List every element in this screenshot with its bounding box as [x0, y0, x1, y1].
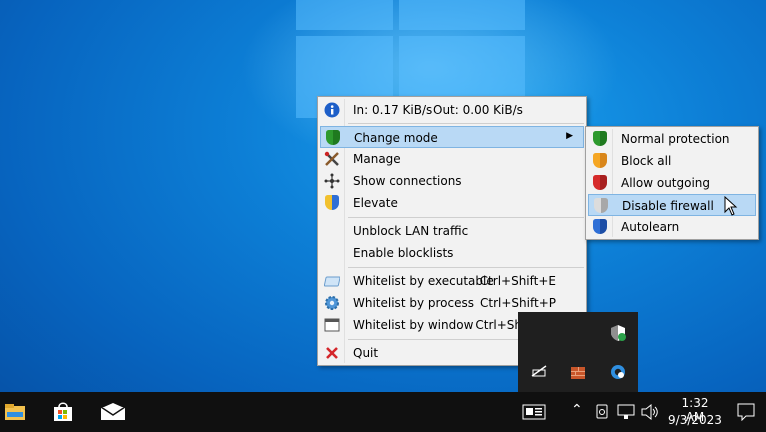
mail-icon[interactable]	[100, 403, 126, 424]
news-widget-icon[interactable]	[522, 404, 546, 423]
submenu-item-normal-protection[interactable]: Normal protection	[588, 128, 756, 150]
menu-item-label: Whitelist by executable	[353, 274, 494, 288]
gear-icon	[324, 295, 340, 311]
menu-item-unblock-lan[interactable]: Unblock LAN traffic	[320, 220, 584, 242]
executable-icon	[323, 273, 341, 289]
menu-item-manage[interactable]: Manage	[320, 148, 584, 170]
tools-icon	[324, 151, 340, 167]
menu-item-show-connections[interactable]: Show connections	[320, 170, 584, 192]
menu-item-label: Whitelist by window	[353, 318, 474, 332]
menu-item-enable-blocklists[interactable]: Enable blocklists	[320, 242, 584, 264]
menu-item-whitelist-executable[interactable]: Whitelist by executable Ctrl+Shift+E	[320, 270, 584, 292]
submenu-item-allow-outgoing[interactable]: Allow outgoing	[588, 172, 756, 194]
network-disconnected-icon[interactable]	[530, 364, 548, 381]
change-mode-submenu: Normal protection Block all Allow outgoi…	[585, 126, 759, 240]
edge-update-icon[interactable]	[610, 364, 626, 383]
menu-separator	[348, 267, 584, 268]
submenu-item-label: Autolearn	[621, 220, 680, 234]
orange-shield-icon	[592, 153, 608, 169]
connections-icon	[324, 173, 340, 189]
network-icon[interactable]	[617, 404, 635, 423]
menu-item-whitelist-process[interactable]: Whitelist by process Ctrl+Shift+P	[320, 292, 584, 314]
green-shield-icon	[325, 130, 341, 146]
submenu-item-block-all[interactable]: Block all	[588, 150, 756, 172]
submenu-item-autolearn[interactable]: Autolearn	[588, 216, 756, 238]
taskbar: ⌃ 1:32 AM 9/3/2023	[0, 392, 766, 432]
clock-date[interactable]: 9/3/2023	[668, 413, 722, 427]
uac-shield-icon	[324, 195, 340, 211]
file-explorer-icon[interactable]	[4, 403, 26, 424]
volume-icon[interactable]	[641, 403, 659, 423]
menu-item-elevate[interactable]: Elevate	[320, 192, 584, 214]
menu-item-label: Elevate	[353, 196, 398, 210]
menu-item-label: Quit	[353, 346, 379, 360]
menu-item-label: Enable blocklists	[353, 246, 454, 260]
device-icon[interactable]	[596, 404, 608, 423]
menu-separator	[348, 123, 584, 124]
traffic-in: In: 0.17 KiB/s	[353, 103, 433, 117]
tray-overflow-flyout	[518, 312, 638, 392]
menu-item-shortcut: Ctrl+Shift+P	[480, 296, 556, 310]
menu-item-change-mode[interactable]: Change mode ▶	[320, 126, 584, 148]
submenu-arrow-icon: ▶	[566, 131, 573, 141]
submenu-item-label: Block all	[621, 154, 672, 168]
traffic-out: Out: 0.00 KiB/s	[433, 103, 523, 117]
notifications-icon[interactable]	[737, 403, 755, 424]
mouse-cursor-icon	[724, 195, 738, 219]
menu-item-label: Change mode	[354, 131, 438, 145]
store-icon[interactable]	[52, 400, 74, 425]
blue-shield-icon	[592, 219, 608, 235]
menu-item-label: Whitelist by process	[353, 296, 474, 310]
info-icon	[324, 102, 340, 118]
traffic-status: In: 0.17 KiB/s Out: 0.00 KiB/s	[320, 99, 584, 121]
menu-item-label: Unblock LAN traffic	[353, 224, 469, 238]
submenu-item-label: Allow outgoing	[621, 176, 711, 190]
green-shield-icon	[592, 131, 608, 147]
submenu-item-label: Disable firewall	[622, 199, 714, 213]
menu-separator	[348, 217, 584, 218]
red-shield-icon	[592, 175, 608, 191]
gray-shield-icon	[593, 198, 609, 214]
security-shield-icon[interactable]	[610, 324, 626, 345]
submenu-item-label: Normal protection	[621, 132, 730, 146]
menu-item-label: Show connections	[353, 174, 462, 188]
menu-item-shortcut: Ctrl+Shift+E	[479, 274, 556, 288]
firewall-tray-icon[interactable]	[570, 364, 586, 383]
menu-item-label: Manage	[353, 152, 401, 166]
chevron-up-icon[interactable]: ⌃	[571, 402, 583, 418]
window-icon	[324, 317, 340, 333]
close-icon	[324, 345, 340, 361]
